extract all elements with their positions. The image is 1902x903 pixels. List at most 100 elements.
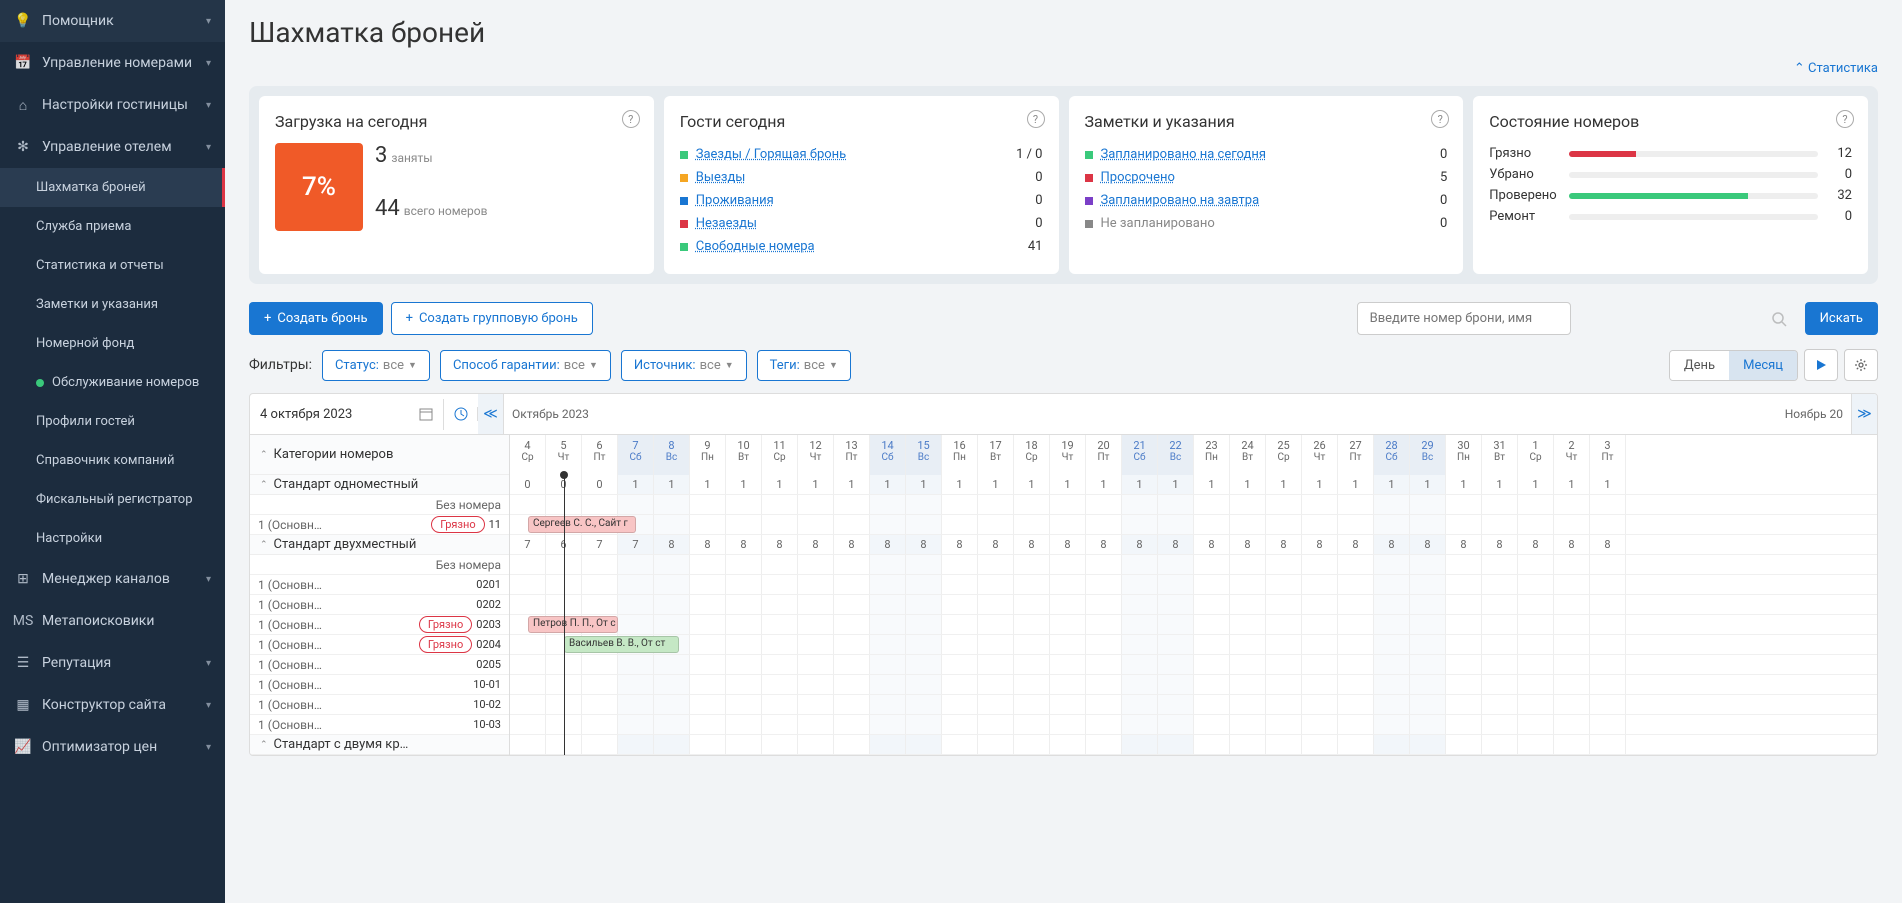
day-header[interactable]: 17Вт [978, 435, 1014, 475]
day-header[interactable]: 26Чт [1302, 435, 1338, 475]
day-header[interactable]: 11Ср [762, 435, 798, 475]
day-header[interactable]: 9Пн [690, 435, 726, 475]
calendar-row[interactable] [510, 655, 1877, 675]
day-header[interactable]: 14Сб [870, 435, 906, 475]
calendar-row[interactable]: Петров П. П., От с [510, 615, 1877, 635]
day-header[interactable]: 4Ср [510, 435, 546, 475]
room-row[interactable]: 1 (Основн…10-02 [250, 695, 509, 715]
next-month[interactable]: ≫ [1851, 394, 1877, 434]
sidebar-item[interactable]: MSМетапоисковики [0, 600, 225, 642]
category-row[interactable]: ⌃Стандарт двухместный [250, 535, 509, 555]
day-header[interactable]: 5Чт [546, 435, 582, 475]
filter-guarantee[interactable]: Способ гарантии: все ▼ [440, 350, 611, 381]
settings-button[interactable] [1844, 349, 1878, 381]
calendar-column[interactable]: 4Ср5Чт6Пт7Сб8Вс9Пн10Вт11Ср12Чт13Пт14Сб15… [510, 435, 1877, 755]
sidebar-item[interactable]: 💡Помощник▾ [0, 0, 225, 42]
sidebar-item[interactable]: Обслуживание номеров [0, 363, 225, 402]
search-input[interactable] [1357, 302, 1571, 335]
day-header[interactable]: 30Пн [1446, 435, 1482, 475]
category-row[interactable]: ⌃Стандарт с двумя кр… [250, 735, 509, 755]
calendar-row[interactable] [510, 555, 1877, 575]
day-header[interactable]: 8Вс [654, 435, 690, 475]
room-row[interactable]: 1 (Основн…0202 [250, 595, 509, 615]
sidebar-item[interactable]: ☰Репутация▾ [0, 642, 225, 684]
sidebar-item[interactable]: Заметки и указания [0, 285, 225, 324]
day-header[interactable]: 1Ср [1518, 435, 1554, 475]
calendar-row[interactable] [510, 695, 1877, 715]
filter-tags[interactable]: Теги: все ▼ [757, 350, 851, 381]
day-header[interactable]: 22Вс [1158, 435, 1194, 475]
room-row[interactable]: 1 (Основн…0205 [250, 655, 509, 675]
help-icon[interactable]: ? [1027, 110, 1045, 128]
day-header[interactable]: 18Ср [1014, 435, 1050, 475]
sidebar-item[interactable]: Профили гостей [0, 402, 225, 441]
date-picker[interactable]: 4 октября 2023 [250, 399, 444, 430]
sidebar-item[interactable]: Справочник компаний [0, 441, 225, 480]
prev-month[interactable]: ≪ [478, 394, 504, 434]
sidebar-item[interactable]: 📅Управление номерами▾ [0, 42, 225, 84]
day-header[interactable]: 12Чт [798, 435, 834, 475]
day-header[interactable]: 21Сб [1122, 435, 1158, 475]
search-button[interactable]: Искать [1805, 302, 1878, 335]
create-booking-button[interactable]: +Создать бронь [249, 302, 383, 335]
room-row[interactable]: 1 (Основн…Грязно11 [250, 515, 509, 535]
booking-block[interactable]: Васильев В. В., От ст [564, 636, 679, 653]
room-row[interactable]: 1 (Основн…10-03 [250, 715, 509, 735]
calendar-row[interactable] [510, 715, 1877, 735]
view-day[interactable]: День [1670, 351, 1729, 380]
filter-status[interactable]: Статус: все ▼ [322, 350, 430, 381]
day-header[interactable]: 25Ср [1266, 435, 1302, 475]
stat-label[interactable]: Запланировано на сегодня [1101, 147, 1440, 162]
day-header[interactable]: 7Сб [618, 435, 654, 475]
calendar-row[interactable]: Васильев В. В., От ст [510, 635, 1877, 655]
room-row[interactable]: Без номера [250, 555, 509, 575]
day-header[interactable]: 29Вс [1410, 435, 1446, 475]
day-header[interactable]: 16Пн [942, 435, 978, 475]
sidebar-item[interactable]: ⊞Менеджер каналов▾ [0, 558, 225, 600]
calendar-row[interactable]: Сергеев С. С., Сайт г [510, 515, 1877, 535]
sidebar-item[interactable]: Фискальный регистратор [0, 480, 225, 519]
day-header[interactable]: 20Пт [1086, 435, 1122, 475]
stat-label[interactable]: Незаезды [696, 216, 1035, 231]
day-header[interactable]: 15Вс [906, 435, 942, 475]
room-row[interactable]: 1 (Основн…10-01 [250, 675, 509, 695]
stat-label[interactable]: Не запланировано [1101, 216, 1440, 231]
calendar-row[interactable] [510, 575, 1877, 595]
stat-label[interactable]: Свободные номера [696, 239, 1028, 254]
room-row[interactable]: 1 (Основн…0201 [250, 575, 509, 595]
stat-label[interactable]: Выезды [696, 170, 1035, 185]
category-row[interactable]: ⌃Стандарт одноместный [250, 475, 509, 495]
sidebar-item[interactable]: ▦Конструктор сайта▾ [0, 684, 225, 726]
stat-label[interactable]: Запланировано на завтра [1101, 193, 1440, 208]
room-row[interactable]: 1 (Основн…Грязно0204 [250, 635, 509, 655]
day-header[interactable]: 27Пт [1338, 435, 1374, 475]
stat-label[interactable]: Просрочено [1101, 170, 1440, 185]
booking-block[interactable]: Сергеев С. С., Сайт г [528, 516, 636, 533]
help-icon[interactable]: ? [1836, 110, 1854, 128]
day-header[interactable]: 10Вт [726, 435, 762, 475]
clock-button[interactable] [444, 407, 478, 421]
sidebar-item[interactable]: Настройки [0, 519, 225, 558]
sidebar-item[interactable]: Статистика и отчеты [0, 246, 225, 285]
sidebar-item[interactable]: Номерной фонд [0, 324, 225, 363]
calendar-row[interactable] [510, 495, 1877, 515]
day-header[interactable]: 23Пн [1194, 435, 1230, 475]
create-group-booking-button[interactable]: +Создать групповую бронь [391, 302, 593, 335]
stat-label[interactable]: Проживания [696, 193, 1035, 208]
sidebar-item[interactable]: Служба приема [0, 207, 225, 246]
day-header[interactable]: 3Пт [1590, 435, 1626, 475]
sidebar-item[interactable]: 📈Оптимизатор цен▾ [0, 726, 225, 768]
day-header[interactable]: 31Вт [1482, 435, 1518, 475]
day-header[interactable]: 2Чт [1554, 435, 1590, 475]
day-header[interactable]: 19Чт [1050, 435, 1086, 475]
day-header[interactable]: 13Пт [834, 435, 870, 475]
booking-block[interactable]: Петров П. П., От с [528, 616, 618, 633]
day-header[interactable]: 24Вт [1230, 435, 1266, 475]
day-header[interactable]: 6Пт [582, 435, 618, 475]
calendar-row[interactable] [510, 675, 1877, 695]
calendar-row[interactable] [510, 595, 1877, 615]
view-month[interactable]: Месяц [1729, 351, 1797, 380]
play-button[interactable] [1804, 349, 1838, 381]
stats-toggle[interactable]: ⌃ Статистика [249, 61, 1878, 76]
filter-source[interactable]: Источник: все ▼ [621, 350, 747, 381]
